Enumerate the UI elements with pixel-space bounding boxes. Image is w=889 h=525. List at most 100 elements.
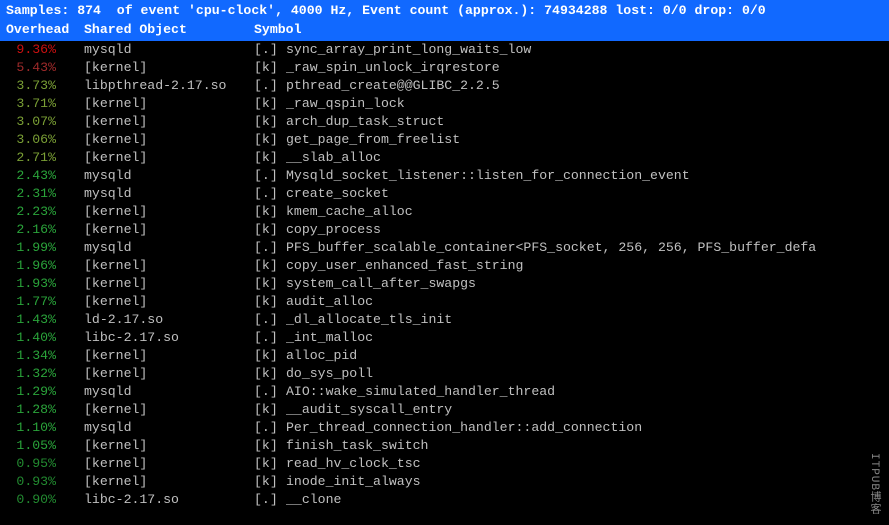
symbol-kind: [.] [254, 185, 286, 203]
perf-row[interactable]: 3.73%libpthread-2.17.so[.]pthread_create… [6, 77, 883, 95]
symbol-kind: [k] [254, 455, 286, 473]
overhead-value: 1.77% [6, 293, 84, 311]
symbol-kind: [.] [254, 77, 286, 95]
symbol-kind: [k] [254, 293, 286, 311]
shared-object: mysqld [84, 239, 254, 257]
symbol-name: finish_task_switch [286, 437, 883, 455]
symbol-name: alloc_pid [286, 347, 883, 365]
shared-object: [kernel] [84, 149, 254, 167]
overhead-value: 3.71% [6, 95, 84, 113]
perf-row[interactable]: 1.99%mysqld[.]PFS_buffer_scalable_contai… [6, 239, 883, 257]
overhead-value: 1.96% [6, 257, 84, 275]
shared-object: [kernel] [84, 437, 254, 455]
symbol-name: sync_array_print_long_waits_low [286, 41, 883, 59]
symbol-kind: [k] [254, 149, 286, 167]
perf-row[interactable]: 0.90%libc-2.17.so[.]__clone [6, 491, 883, 509]
shared-object: [kernel] [84, 347, 254, 365]
symbol-name: system_call_after_swapgs [286, 275, 883, 293]
overhead-value: 1.34% [6, 347, 84, 365]
overhead-value: 2.23% [6, 203, 84, 221]
perf-row[interactable]: 1.10%mysqld[.]Per_thread_connection_hand… [6, 419, 883, 437]
overhead-value: 3.06% [6, 131, 84, 149]
overhead-value: 3.07% [6, 113, 84, 131]
perf-row[interactable]: 9.36%mysqld[.]sync_array_print_long_wait… [6, 41, 883, 59]
perf-row[interactable]: 1.29%mysqld[.]AIO::wake_simulated_handle… [6, 383, 883, 401]
symbol-kind: [.] [254, 383, 286, 401]
perf-row[interactable]: 5.43%[kernel][k]_raw_spin_unlock_irqrest… [6, 59, 883, 77]
symbol-kind: [.] [254, 167, 286, 185]
overhead-value: 9.36% [6, 41, 84, 59]
symbol-name: arch_dup_task_struct [286, 113, 883, 131]
overhead-value: 2.16% [6, 221, 84, 239]
perf-row[interactable]: 1.96%[kernel][k]copy_user_enhanced_fast_… [6, 257, 883, 275]
shared-object: [kernel] [84, 203, 254, 221]
overhead-value: 0.90% [6, 491, 84, 509]
overhead-value: 1.05% [6, 437, 84, 455]
shared-object: [kernel] [84, 221, 254, 239]
symbol-kind: [k] [254, 59, 286, 77]
symbol-name: copy_user_enhanced_fast_string [286, 257, 883, 275]
perf-row[interactable]: 0.95%[kernel][k]read_hv_clock_tsc [6, 455, 883, 473]
shared-object: [kernel] [84, 473, 254, 491]
col-header-object: Shared Object [84, 21, 254, 39]
symbol-name: _int_malloc [286, 329, 883, 347]
symbol-name: inode_init_always [286, 473, 883, 491]
perf-row[interactable]: 2.16%[kernel][k]copy_process [6, 221, 883, 239]
shared-object: mysqld [84, 419, 254, 437]
symbol-kind: [k] [254, 437, 286, 455]
overhead-value: 2.43% [6, 167, 84, 185]
symbol-name: do_sys_poll [286, 365, 883, 383]
perf-row[interactable]: 1.28%[kernel][k]__audit_syscall_entry [6, 401, 883, 419]
shared-object: libpthread-2.17.so [84, 77, 254, 95]
symbol-name: kmem_cache_alloc [286, 203, 883, 221]
symbol-kind: [.] [254, 41, 286, 59]
perf-row[interactable]: 1.93%[kernel][k]system_call_after_swapgs [6, 275, 883, 293]
symbol-kind: [k] [254, 257, 286, 275]
perf-row[interactable]: 1.40%libc-2.17.so[.]_int_malloc [6, 329, 883, 347]
shared-object: [kernel] [84, 455, 254, 473]
perf-row[interactable]: 3.07%[kernel][k]arch_dup_task_struct [6, 113, 883, 131]
symbol-kind: [k] [254, 401, 286, 419]
shared-object: [kernel] [84, 59, 254, 77]
symbol-name: _dl_allocate_tls_init [286, 311, 883, 329]
symbol-name: _raw_spin_unlock_irqrestore [286, 59, 883, 77]
shared-object: [kernel] [84, 401, 254, 419]
shared-object: mysqld [84, 185, 254, 203]
shared-object: libc-2.17.so [84, 329, 254, 347]
overhead-value: 1.10% [6, 419, 84, 437]
symbol-name: create_socket [286, 185, 883, 203]
symbol-name: __audit_syscall_entry [286, 401, 883, 419]
shared-object: libc-2.17.so [84, 491, 254, 509]
overhead-value: 3.73% [6, 77, 84, 95]
perf-row[interactable]: 2.71%[kernel][k]__slab_alloc [6, 149, 883, 167]
col-header-symbol: Symbol [254, 21, 883, 39]
symbol-name: get_page_from_freelist [286, 131, 883, 149]
perf-row[interactable]: 1.05%[kernel][k]finish_task_switch [6, 437, 883, 455]
perf-row[interactable]: 1.43%ld-2.17.so[.]_dl_allocate_tls_init [6, 311, 883, 329]
shared-object: [kernel] [84, 131, 254, 149]
shared-object: mysqld [84, 167, 254, 185]
perf-row[interactable]: 2.23%[kernel][k]kmem_cache_alloc [6, 203, 883, 221]
overhead-value: 2.71% [6, 149, 84, 167]
perf-row[interactable]: 2.31%mysqld[.]create_socket [6, 185, 883, 203]
symbol-name: read_hv_clock_tsc [286, 455, 883, 473]
perf-row[interactable]: 1.32%[kernel][k]do_sys_poll [6, 365, 883, 383]
perf-row[interactable]: 1.34%[kernel][k]alloc_pid [6, 347, 883, 365]
symbol-kind: [k] [254, 113, 286, 131]
symbol-kind: [k] [254, 275, 286, 293]
perf-row[interactable]: 2.43%mysqld[.]Mysqld_socket_listener::li… [6, 167, 883, 185]
col-header-overhead: Overhead [6, 21, 84, 39]
perf-row[interactable]: 3.71%[kernel][k]_raw_qspin_lock [6, 95, 883, 113]
perf-row[interactable]: 1.77%[kernel][k]audit_alloc [6, 293, 883, 311]
perf-header-columns: Overhead Shared Object Symbol [0, 21, 889, 41]
perf-row[interactable]: 3.06%[kernel][k]get_page_from_freelist [6, 131, 883, 149]
symbol-kind: [k] [254, 95, 286, 113]
symbol-kind: [k] [254, 473, 286, 491]
shared-object: [kernel] [84, 365, 254, 383]
symbol-name: PFS_buffer_scalable_container<PFS_socket… [286, 239, 883, 257]
perf-row[interactable]: 0.93%[kernel][k]inode_init_always [6, 473, 883, 491]
symbol-name: pthread_create@@GLIBC_2.2.5 [286, 77, 883, 95]
symbol-name: audit_alloc [286, 293, 883, 311]
symbol-kind: [k] [254, 365, 286, 383]
shared-object: mysqld [84, 41, 254, 59]
